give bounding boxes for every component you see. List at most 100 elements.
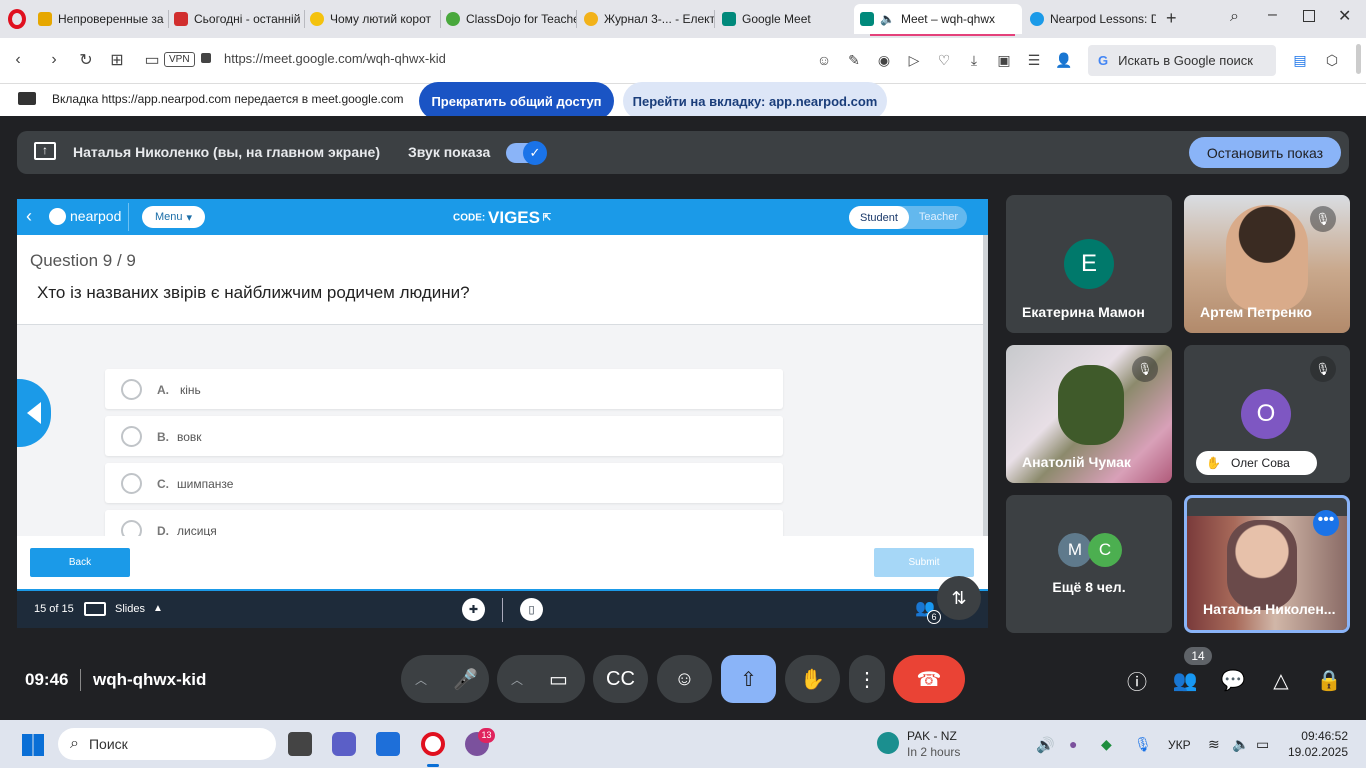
student-role-button[interactable]: Student (849, 206, 909, 229)
back-arrow-icon[interactable]: ‹ (4, 46, 32, 74)
weather-title[interactable]: PAK - NZ (907, 729, 957, 743)
minimize-icon[interactable]: – (1268, 6, 1277, 24)
emoji-icon[interactable]: ☺ (814, 50, 834, 70)
close-window-icon[interactable]: ✕ (1338, 6, 1351, 26)
slides-panel-icon[interactable] (84, 602, 106, 616)
stop-sharing-button[interactable]: Прекратить общий доступ (419, 82, 614, 120)
camera-options-chevron-icon[interactable]: ︿ (511, 671, 523, 688)
snapshot-icon[interactable]: ▭ (138, 46, 166, 74)
browser-tab[interactable]: Непроверенные за (32, 4, 168, 34)
radio-button[interactable] (121, 426, 142, 447)
browser-tab[interactable]: Журнал 3-... - Елект (578, 4, 714, 34)
heart-icon[interactable]: ♡ (934, 50, 954, 70)
stop-presenting-button[interactable]: Остановить показ (1189, 137, 1341, 168)
browser-tab[interactable]: Чому лютий корот (304, 4, 440, 34)
download-icon[interactable]: ⤓ (964, 50, 984, 70)
battery-icon[interactable]: ▭ (1256, 736, 1269, 753)
opera-logo-icon[interactable] (8, 9, 26, 29)
browser-tab[interactable]: Сьогодні - останній (168, 4, 304, 34)
mic-options-chevron-icon[interactable]: ︿ (415, 671, 427, 688)
switch-tab-button[interactable]: Перейти на вкладку: app.nearpod.com (623, 82, 887, 120)
nearpod-scrollbar[interactable] (983, 235, 988, 536)
bookmark-icon[interactable]: ▯ (520, 598, 543, 621)
viber-tray-icon[interactable]: ● (1069, 736, 1077, 752)
vpn-badge[interactable]: VPN (164, 52, 195, 67)
new-tab-plus-icon[interactable]: + (1166, 8, 1177, 29)
camera-icon[interactable]: ◉ (874, 50, 894, 70)
camera-icon[interactable]: ▭ (549, 667, 568, 692)
share-audio-toggle[interactable]: ✓ (506, 141, 547, 165)
security-icon[interactable]: ◆ (1101, 736, 1112, 753)
previous-slide-arrow-icon[interactable] (17, 379, 51, 447)
nearpod-menu-button[interactable]: Menu ▾ (142, 206, 205, 228)
forward-arrow-icon[interactable]: › (40, 46, 68, 74)
more-participants-tile[interactable]: М С Ещё 8 чел. (1006, 495, 1172, 633)
caret-up-icon[interactable]: ▲ (153, 603, 163, 614)
google-search-field[interactable]: G Искать в Google поиск (1088, 45, 1276, 76)
wifi-icon[interactable]: ≋ (1208, 736, 1220, 753)
chat-icon[interactable]: 💬 (1219, 666, 1247, 694)
sidebar-icon[interactable]: ▤ (1290, 50, 1310, 70)
speed-dial-icon[interactable]: ⊞ (103, 46, 131, 74)
present-screen-button[interactable]: ⇧ (721, 655, 776, 703)
raise-hand-icon[interactable]: ✋ (785, 655, 840, 703)
language-indicator[interactable]: УКР (1168, 738, 1191, 752)
external-link-icon[interactable]: ⇱ (543, 213, 551, 224)
host-controls-icon[interactable]: 🔒 (1315, 666, 1343, 694)
profile-icon[interactable]: 👤 (1054, 50, 1074, 70)
taskbar-search[interactable]: ⌕ Поиск (58, 728, 276, 760)
radio-button[interactable] (121, 379, 142, 400)
volume-icon[interactable]: 🔈 (1232, 736, 1249, 753)
easy-setup-icon[interactable]: ☰ (1024, 50, 1044, 70)
slides-label[interactable]: Slides (115, 603, 145, 615)
browser-tab[interactable]: Google Meet (716, 4, 850, 34)
back-button[interactable]: Back (30, 548, 130, 577)
opera-taskbar-icon[interactable] (421, 732, 445, 756)
people-icon[interactable]: 👥 (1171, 666, 1199, 694)
answer-option[interactable]: A. кінь (105, 369, 783, 409)
emoji-reaction-icon[interactable]: ☺ (657, 655, 712, 703)
windows-start-icon[interactable] (22, 734, 44, 756)
microphone-tray-icon[interactable]: 🎙 (1134, 736, 1152, 753)
submit-button[interactable]: Submit (874, 548, 974, 577)
task-view-icon[interactable] (288, 732, 312, 756)
participant-tile[interactable]: О 🎙 ✋ Олег Сова (1184, 345, 1350, 483)
activities-icon[interactable]: △ (1267, 666, 1295, 694)
nearpod-back-chevron-icon[interactable]: ‹ (26, 206, 32, 227)
captions-icon[interactable]: CC (593, 655, 648, 703)
extensions-icon[interactable]: ⬡ (1322, 50, 1342, 70)
microphone-icon[interactable]: 🎤 (453, 667, 478, 692)
teams-icon[interactable] (332, 732, 356, 756)
weather-icon[interactable] (877, 732, 899, 754)
store-icon[interactable] (376, 732, 400, 756)
swap-layout-icon[interactable]: ⇅ (937, 576, 981, 620)
edit-icon[interactable]: ✎ (844, 50, 864, 70)
puzzle-icon[interactable]: ✚ (462, 598, 485, 621)
cast-icon[interactable]: ▣ (994, 50, 1014, 70)
participant-tile[interactable]: 🎙 Анатолій Чумак (1006, 345, 1172, 483)
url-field[interactable]: https://meet.google.com/wqh-qhwx-kid (224, 51, 446, 66)
teacher-role-button[interactable]: Teacher (911, 211, 966, 223)
lock-icon[interactable] (201, 53, 211, 63)
answer-option[interactable]: B. вовк (105, 416, 783, 456)
browser-tab[interactable]: ClassDojo for Teache (440, 4, 576, 34)
speaker-icon[interactable]: 🔈 (880, 12, 895, 26)
answer-option[interactable]: C. шимпанзе (105, 463, 783, 503)
browser-tab[interactable]: Nearpod Lessons: D (1024, 4, 1156, 34)
clock-time[interactable]: 09:46:52 (1290, 729, 1348, 743)
meeting-info-icon[interactable]: ⓘ (1123, 666, 1151, 694)
self-tile[interactable]: ••• Наталья Николен... (1184, 495, 1350, 633)
role-switch[interactable]: Student Teacher (849, 206, 967, 229)
clock-date[interactable]: 19.02.2025 (1284, 745, 1348, 759)
radio-button[interactable] (121, 473, 142, 494)
more-options-icon[interactable]: ••• (1313, 510, 1339, 536)
send-icon[interactable]: ▷ (904, 50, 924, 70)
sound-alert-icon[interactable]: 🔊 (1036, 736, 1055, 754)
scrollbar[interactable] (1356, 44, 1361, 74)
tab-search-icon[interactable]: ⌕ (1230, 8, 1239, 26)
participant-tile[interactable]: 🎙 Артем Петренко (1184, 195, 1350, 333)
reload-icon[interactable]: ↻ (72, 46, 100, 74)
maximize-icon[interactable] (1303, 10, 1315, 22)
participant-tile[interactable]: Е Екатерина Мамон (1006, 195, 1172, 333)
browser-tab-active[interactable]: 🔈 Meet – wqh-qhwx (854, 4, 1022, 34)
